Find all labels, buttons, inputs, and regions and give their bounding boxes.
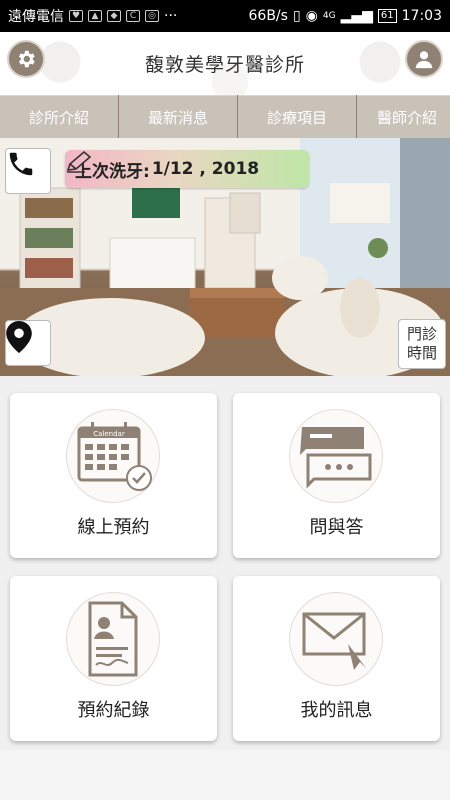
last-cleaning-date: 1/12 , 2018 [151, 159, 260, 179]
online-booking-label: 線上預約 [77, 517, 150, 538]
carrier-name: 遠傳電信 [8, 9, 64, 25]
faq-label: 問與答 [309, 517, 364, 538]
status-bar: 遠傳電信 ♥ ▲ ◆ C ◎ ··· 66B/s ▯ ◉ 4G ▂▄▆ 61 1… [0, 0, 450, 32]
clinic-hours-label: 門診 時間 [407, 325, 437, 363]
page-title: 馥敦美學牙醫診所 [144, 54, 305, 76]
location-pin-icon [6, 321, 32, 353]
status-left: 遠傳電信 ♥ ▲ ◆ C ◎ ··· [8, 6, 177, 26]
network-type: 4G [322, 11, 336, 21]
heart-icon: ♥ [69, 10, 83, 22]
pencil-icon[interactable] [65, 150, 93, 174]
document-icon [88, 601, 138, 677]
my-messages-label: 我的訊息 [300, 700, 373, 721]
signal-icon: ▂▄▆ [340, 8, 373, 24]
faq-card[interactable]: 問與答 [233, 393, 440, 558]
clinic-hours-line1: 門診 [406, 325, 437, 343]
booking-history-label: 預約紀錄 [77, 700, 150, 721]
bottom-area [0, 750, 450, 800]
clinic-hours-button[interactable]: 門診 時間 [398, 319, 446, 369]
clinic-hours-line2: 時間 [406, 344, 437, 362]
settings-button[interactable] [7, 40, 45, 78]
profile-button[interactable] [405, 40, 443, 78]
my-messages-card[interactable]: 我的訊息 [233, 576, 440, 741]
booking-history-card[interactable]: 預約紀錄 [10, 576, 217, 741]
tab-treatments[interactable]: 診療項目 [238, 95, 356, 138]
shield-icon: ◆ [107, 10, 121, 22]
tab-clinic-intro[interactable]: 診所介紹 [0, 95, 118, 138]
envelope-icon-circle [289, 592, 383, 686]
location-button[interactable] [5, 320, 51, 366]
feature-grid: Calendar 線上預約 問與答 預約紀錄 我的訊息 [0, 376, 450, 750]
more-icon: ··· [164, 8, 178, 24]
tab-doctors[interactable]: 醫師介紹 [357, 95, 450, 138]
main-nav: 診所介紹 最新消息 診療項目 醫師介紹 [0, 95, 450, 138]
calendar-icon-text: Calendar [93, 430, 125, 438]
battery-level: 61 [377, 9, 397, 23]
app-icon: C [126, 10, 140, 22]
clock: 17:03 [401, 8, 442, 24]
calendar-icon: Calendar [77, 422, 152, 491]
browser-icon: ◎ [145, 10, 159, 22]
document-icon-circle [66, 592, 160, 686]
user-icon [415, 51, 433, 69]
tab-news[interactable]: 最新消息 [119, 95, 237, 138]
hero-banner: 上次洗牙: 1/12 , 2018 門診 時間 [0, 138, 450, 376]
chat-icon-circle [289, 409, 383, 503]
call-button[interactable] [5, 148, 51, 194]
image-icon: ▲ [88, 10, 102, 22]
app-header: 馥敦美學牙醫診所 [0, 32, 450, 95]
vibrate-icon: ▯ [292, 8, 301, 24]
status-right: 66B/s ▯ ◉ 4G ▂▄▆ 61 17:03 [249, 8, 442, 24]
chat-icon [300, 427, 372, 489]
online-booking-card[interactable]: Calendar 線上預約 [10, 393, 217, 558]
eye-icon: ◉ [305, 8, 318, 24]
calendar-icon-circle: Calendar [66, 409, 160, 503]
envelope-icon [302, 612, 366, 670]
phone-icon [9, 152, 33, 176]
gear-icon [18, 50, 35, 68]
net-speed: 66B/s [248, 8, 288, 24]
last-cleaning-badge[interactable]: 上次洗牙: 1/12 , 2018 [65, 150, 309, 188]
